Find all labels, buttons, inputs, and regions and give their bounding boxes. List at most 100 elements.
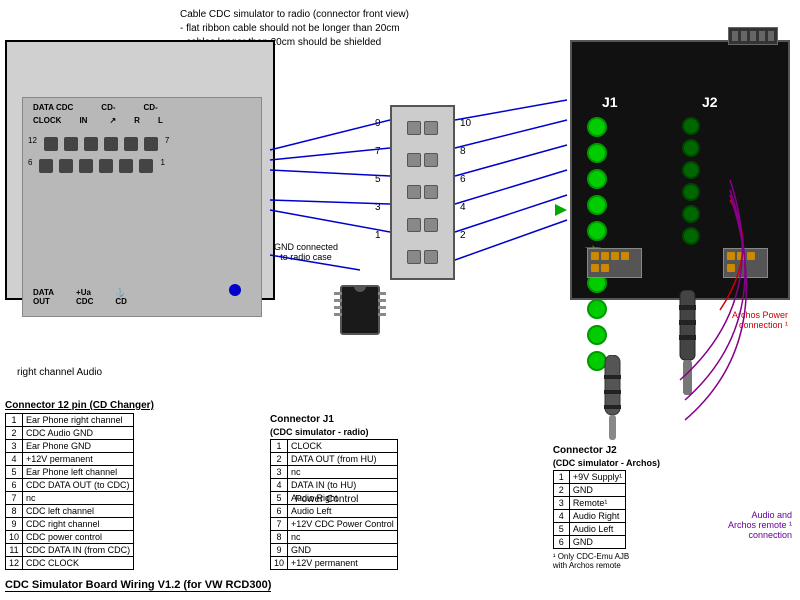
rnum-10: 10 (460, 110, 471, 138)
connector-j2-section: Connector J2 (CDC simulator - Archos) 1+… (553, 445, 660, 570)
right-num-labels: 10 8 6 4 2 (460, 110, 471, 250)
pin-label: nc (288, 531, 398, 544)
j2-label: J2 (702, 94, 718, 110)
sc-pin (747, 252, 755, 260)
pin-label: CDC Audio GND (23, 427, 134, 440)
table-row: 10CDC power control (6, 531, 134, 544)
diagram-container: Cable CDC simulator to radio (connector … (0, 0, 800, 600)
table-row: 11CDC DATA IN (from CDC) (6, 544, 134, 557)
pin-label: GND (288, 544, 398, 557)
table-row: 4+12V permanent (6, 453, 134, 466)
connector-12-section: Connector 12 pin (CD Changer) 1Ear Phone… (5, 400, 154, 570)
j2-footnote: ¹ Only CDC-Emu AJB with Archos remote (553, 552, 660, 570)
pin-label: +12V CDC Power Control (288, 518, 398, 531)
pin-number: 2 (553, 484, 569, 497)
pin-number: 2 (6, 427, 23, 440)
pin-1 (44, 137, 58, 151)
table-row: 4Audio Right (553, 510, 625, 523)
pin-number: 9 (6, 518, 23, 531)
pin-num-12: 12 (28, 136, 37, 152)
table-row: 5Audio Left (553, 523, 625, 536)
rh-in: IN (79, 116, 87, 125)
left-num-labels: 9 7 5 3 1 (375, 110, 381, 250)
table-row: 6CDC DATA OUT (to CDC) (6, 479, 134, 492)
sc-pin (601, 252, 609, 260)
j1-c4 (587, 195, 607, 215)
pin-number: 5 (271, 492, 288, 505)
j2-c1 (682, 117, 700, 135)
j2-fn-line1: ¹ Only CDC-Emu AJB (553, 552, 660, 561)
j1-subtitle: (CDC simulator - radio) (270, 427, 398, 437)
j1-c1 (587, 117, 607, 137)
pin-num-7: 7 (165, 136, 169, 152)
connector-12-table: 1Ear Phone right channel2CDC Audio GND3E… (5, 413, 134, 570)
cable-note-line2: - flat ribbon cable should not be longer… (180, 22, 409, 36)
pin-9 (79, 159, 93, 173)
pin-7 (39, 159, 53, 173)
lbl-anchor: ⚓CD (115, 288, 127, 306)
j2-table: 1+9V Supply¹2GND3Remote¹4Audio Right5Aud… (553, 470, 626, 549)
pin-label: Audio Right (288, 492, 398, 505)
pin-8 (59, 159, 73, 173)
j2-c4 (682, 183, 700, 201)
table-row: 12CDC CLOCK (6, 557, 134, 570)
j1-label: J1 (602, 94, 618, 110)
j1-title: Connector J1 (270, 414, 398, 425)
pin-number: 4 (553, 510, 569, 523)
j1-title-text: Connector J1 (270, 414, 334, 425)
rh-l: L (158, 116, 163, 125)
table-row: 2CDC Audio GND (6, 427, 134, 440)
pin-number: 8 (6, 505, 23, 518)
pin-number: 1 (553, 471, 569, 484)
table-row: 9GND (271, 544, 398, 557)
pin-6 (144, 137, 158, 151)
rh-r: ↗ (109, 116, 116, 125)
pin-num-6: 6 (28, 158, 32, 174)
sc-pin (591, 264, 599, 272)
table-row: 6GND (553, 536, 625, 549)
pin-number: 5 (6, 466, 23, 479)
small-connector-right (723, 248, 768, 278)
pin-5 (124, 137, 138, 151)
cable-note-line1: Cable CDC simulator to radio (connector … (180, 8, 409, 22)
lbl-plus-u: +UaCDC (76, 288, 93, 306)
pin-label: CDC DATA IN (from CDC) (23, 544, 134, 557)
pin-label: +12V permanent (288, 557, 398, 570)
pin-number: 12 (6, 557, 23, 570)
j2-title: Connector J2 (553, 445, 660, 456)
radio-box: DATA CDC CD- CD- CLOCK IN ↗ R L 12 7 (5, 40, 275, 300)
archos-power-label: Archos Power connection ¹ (732, 310, 788, 330)
pin-label: Audio Right (569, 510, 625, 523)
rh-clock: CLOCK (33, 116, 61, 125)
pin-number: 6 (6, 479, 23, 492)
table-row: 2DATA OUT (from HU) (271, 453, 398, 466)
table-row: 7nc (6, 492, 134, 505)
connector-12-title: Connector 12 pin (CD Changer) (5, 400, 154, 411)
table-row: 7+12V CDC Power Control (271, 518, 398, 531)
j2-fn-line2: with Archos remote (553, 561, 660, 570)
table-row: 3Ear Phone GND (6, 440, 134, 453)
top-connector (728, 27, 778, 45)
pin-10 (99, 159, 113, 173)
pin-label: Audio Left (569, 523, 625, 536)
pin-label: Remote¹ (569, 497, 625, 510)
aa-line2: Archos remote ¹ (728, 520, 792, 530)
pin-11 (119, 159, 133, 173)
table-row: 1CLOCK (271, 440, 398, 453)
pin-number: 6 (271, 505, 288, 518)
j2-c3 (682, 161, 700, 179)
pin-number: 6 (553, 536, 569, 549)
right-channel-audio-label: right channel Audio (17, 366, 102, 380)
lnum-9: 9 (375, 110, 381, 138)
ap-line1: Archos Power (732, 310, 788, 320)
pin-label: GND (569, 536, 625, 549)
j2-c5 (682, 205, 700, 223)
gnd-line2: to radio case (274, 252, 338, 262)
pin-label: CLOCK (288, 440, 398, 453)
pin-number: 2 (271, 453, 288, 466)
radio-bottom-labels: DATAOUT +UaCDC ⚓CD (33, 288, 127, 306)
pin-number: 4 (6, 453, 23, 466)
pin-number: 7 (271, 518, 288, 531)
lnum-3: 3 (375, 194, 381, 222)
pin-label: CDC CLOCK (23, 557, 134, 570)
